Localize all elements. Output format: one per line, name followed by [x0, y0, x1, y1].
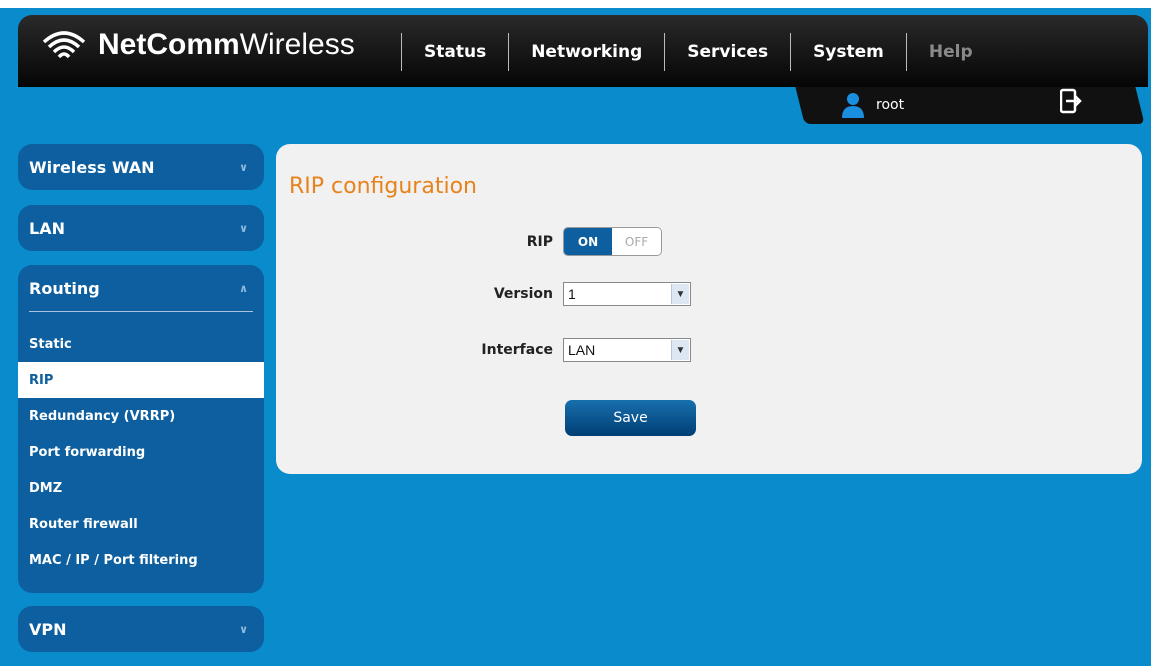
version-select[interactable]: 1 ▼	[563, 282, 691, 306]
chevron-up-icon: ∧	[239, 281, 248, 295]
page-title: RIP configuration	[289, 174, 477, 199]
logout-button[interactable]	[1059, 88, 1082, 118]
sidebar-label: Wireless WAN	[29, 157, 155, 177]
main-nav: Status Networking Services System Help	[401, 32, 995, 72]
nav-help[interactable]: Help	[907, 42, 995, 62]
sidebar-label: LAN	[29, 218, 65, 238]
interface-value: LAN	[568, 342, 596, 358]
sidebar-item-redundancy[interactable]: Redundancy (VRRP)	[18, 398, 264, 434]
chevron-down-icon: ∨	[239, 622, 248, 636]
chevron-down-icon: ∨	[239, 221, 248, 235]
sidebar-item-dmz[interactable]: DMZ	[18, 470, 264, 506]
interface-row: Interface LAN ▼	[276, 338, 691, 362]
rip-config-panel: RIP configuration RIP ON OFF Version 1 ▼…	[276, 144, 1142, 474]
user-icon	[842, 93, 864, 118]
nav-system[interactable]: System	[791, 42, 906, 62]
sidebar-label: Routing	[29, 278, 100, 298]
chevron-down-icon: ▼	[671, 340, 689, 360]
interface-select[interactable]: LAN ▼	[563, 338, 691, 362]
interface-label: Interface	[481, 342, 553, 358]
sidebar-group-lan: LAN ∨	[18, 205, 264, 251]
toggle-on[interactable]: ON	[564, 228, 612, 255]
user-menu[interactable]: root	[842, 88, 904, 122]
sidebar-group-wireless-wan: Wireless WAN ∨	[18, 144, 264, 190]
toggle-off[interactable]: OFF	[612, 228, 661, 255]
nav-status[interactable]: Status	[402, 42, 508, 62]
nav-networking[interactable]: Networking	[509, 42, 664, 62]
rip-label: RIP	[526, 233, 553, 250]
save-button[interactable]: Save	[565, 400, 696, 436]
sidebar-label: VPN	[29, 619, 67, 639]
brand-logo[interactable]: NetComm Wireless	[42, 23, 355, 67]
sidebar-item-static[interactable]: Static	[18, 326, 264, 362]
nav-services[interactable]: Services	[665, 42, 790, 62]
sidebar-group-routing: Routing ∧ Static RIP Redundancy (VRRP) P…	[18, 265, 264, 593]
wireless-logo-icon	[42, 31, 86, 59]
chevron-down-icon: ∨	[239, 160, 248, 174]
version-label: Version	[493, 286, 553, 302]
sidebar-item-rip[interactable]: RIP	[18, 362, 264, 398]
rip-toggle[interactable]: ON OFF	[563, 227, 662, 256]
version-row: Version 1 ▼	[276, 282, 691, 306]
sidebar-item-lan[interactable]: LAN ∨	[18, 205, 264, 251]
logout-icon	[1059, 88, 1082, 114]
sidebar-item-port-forwarding[interactable]: Port forwarding	[18, 434, 264, 470]
sidebar-group-vpn: VPN ∨	[18, 606, 264, 652]
username: root	[876, 97, 905, 113]
top-strip	[0, 0, 1151, 8]
brand-light: Wireless	[239, 28, 355, 61]
sidebar-item-wireless-wan[interactable]: Wireless WAN ∨	[18, 144, 264, 190]
version-value: 1	[568, 286, 576, 302]
sidebar-item-vpn[interactable]: VPN ∨	[18, 606, 264, 652]
rip-row: RIP ON OFF	[276, 227, 662, 256]
sidebar-item-router-firewall[interactable]: Router firewall	[18, 506, 264, 542]
brand-bold: NetComm	[98, 28, 240, 61]
sidebar-item-mac-ip-port-filtering[interactable]: MAC / IP / Port filtering	[18, 542, 264, 578]
chevron-down-icon: ▼	[671, 284, 689, 304]
sidebar-item-routing[interactable]: Routing ∧	[18, 265, 264, 311]
